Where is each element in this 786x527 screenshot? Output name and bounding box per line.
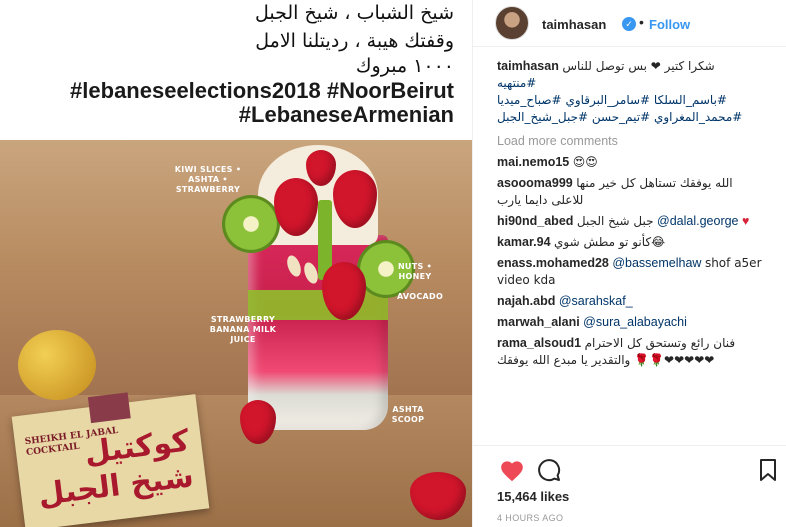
header-separator: • bbox=[639, 14, 644, 30]
cocktail-label-card: SHEIKH EL JABAL COCKTAIL كوكتيل شيخ الجب… bbox=[11, 392, 210, 527]
label-tape bbox=[87, 392, 131, 424]
image-caption-block: شيخ الشباب ، شيخ الجبل وقفتك هيبة ، رديت… bbox=[0, 0, 472, 138]
hashtag-link[interactable]: #تيم_حسن bbox=[592, 110, 650, 124]
comment-text: 😍😍 bbox=[572, 155, 598, 169]
comment: najah.abd @sarahskaf_ bbox=[497, 293, 763, 310]
heart-icon[interactable] bbox=[499, 458, 525, 482]
comment-mention[interactable]: @bassemelhaw bbox=[612, 256, 701, 270]
comment-username[interactable]: kamar.94 bbox=[497, 235, 551, 249]
annotation-juice: STRAWBERRY BANANA MILK JUICE bbox=[209, 315, 277, 344]
hashtag-link[interactable]: #محمد_المغراوي bbox=[654, 110, 742, 124]
annotation-avocado: AVOCADO bbox=[396, 292, 444, 301]
caption-comment: taimhasan شكرا كتير ❤ بس توصل للناس #منت… bbox=[497, 58, 763, 126]
image-caption-hashtags-2: #LebaneseArmenian bbox=[238, 102, 454, 127]
comment-text: جبل شيخ الجبل bbox=[576, 214, 654, 228]
heart-emoji-icon: ♥ bbox=[742, 214, 750, 228]
comment-icon[interactable] bbox=[537, 458, 561, 482]
annotation-kiwi: KIWI SLICES • ASHTA • STRAWBERRY bbox=[174, 165, 242, 194]
post-image[interactable]: شيخ الشباب ، شيخ الجبل وقفتك هيبة ، رديت… bbox=[0, 0, 472, 527]
comment: rama_alsoud1 فنان رائع وتستحق كل الاحترا… bbox=[497, 335, 763, 369]
caption-text: شكرا كتير ❤ بس توصل للناس bbox=[562, 59, 715, 73]
hashtag-link[interactable]: #باسم_السلكا bbox=[654, 93, 727, 107]
comment-mention[interactable]: @sura_alabayachi bbox=[583, 315, 687, 329]
image-caption-line-3: ١٠٠٠ مبروك bbox=[355, 55, 454, 77]
comment: enass.mohamed28 @bassemelhaw shof a5er v… bbox=[497, 255, 763, 289]
verified-badge-icon: ✓ bbox=[622, 17, 636, 31]
comment: asoooma999 الله يوفقك تستاهل كل خير منها… bbox=[497, 175, 763, 209]
follow-button[interactable]: Follow bbox=[649, 17, 690, 32]
comment-text: كأنو تو مطش شوي😂 bbox=[554, 235, 666, 249]
comment: marwah_alani @sura_alabayachi bbox=[497, 314, 763, 331]
annotation-nuts: NUTS • HONEY bbox=[397, 262, 433, 281]
comment-username[interactable]: najah.abd bbox=[497, 294, 555, 308]
hashtag-link[interactable]: #سامر_البرقاوي bbox=[565, 93, 650, 107]
hashtag-link[interactable]: #جبل_شيخ_الجبل bbox=[497, 110, 588, 124]
annotation-ashta: ASHTA SCOOP bbox=[391, 405, 425, 424]
header-username[interactable]: taimhasan bbox=[542, 17, 606, 32]
caption-hashtags: #منتهيه #باسم_السلكا #سامر_البرقاوي #صبا… bbox=[497, 75, 763, 126]
comment-mention[interactable]: @sarahskaf_ bbox=[559, 294, 633, 308]
comment-mention[interactable]: @dalal.george bbox=[657, 214, 739, 228]
comment-username[interactable]: asoooma999 bbox=[497, 176, 573, 190]
avatar[interactable] bbox=[495, 6, 529, 40]
comment-username[interactable]: hi90nd_abed bbox=[497, 214, 573, 228]
load-more-comments-button[interactable]: Load more comments bbox=[497, 134, 763, 148]
likes-count[interactable]: 15,464 likes bbox=[497, 489, 569, 504]
kiwi-slice bbox=[222, 195, 280, 253]
comment-username[interactable]: mai.nemo15 bbox=[497, 155, 569, 169]
bookmark-icon[interactable] bbox=[759, 458, 777, 482]
post-actions: 15,464 likes 4 HOURS AGO bbox=[473, 445, 786, 527]
comments-list[interactable]: taimhasan شكرا كتير ❤ بس توصل للناس #منت… bbox=[473, 48, 786, 445]
comment-username[interactable]: rama_alsoud1 bbox=[497, 336, 581, 350]
image-caption-line-1: شيخ الشباب ، شيخ الجبل bbox=[254, 2, 454, 24]
comment-username[interactable]: taimhasan bbox=[497, 59, 559, 73]
hashtag-link[interactable]: #صباح_ميديا bbox=[497, 93, 562, 107]
comment: kamar.94 كأنو تو مطش شوي😂 bbox=[497, 234, 763, 251]
comment-username[interactable]: enass.mohamed28 bbox=[497, 256, 609, 270]
post-header: taimhasan ✓ • Follow bbox=[473, 0, 786, 47]
comment-username[interactable]: marwah_alani bbox=[497, 315, 580, 329]
comment: hi90nd_abed جبل شيخ الجبل @dalal.george … bbox=[497, 213, 763, 230]
image-caption-line-2: وقفتك هيبة ، رديتلنا الامل bbox=[255, 30, 454, 52]
post-side-panel: taimhasan ✓ • Follow taimhasan شكرا كتير… bbox=[472, 0, 786, 527]
post-timestamp[interactable]: 4 HOURS AGO bbox=[497, 513, 563, 523]
image-caption-hashtags-1: #lebaneseelections2018 #NoorBeirut bbox=[70, 78, 454, 103]
comment: mai.nemo15 😍😍 bbox=[497, 154, 763, 171]
hashtag-link[interactable]: #منتهيه bbox=[497, 76, 536, 90]
pear-illustration bbox=[18, 330, 96, 400]
